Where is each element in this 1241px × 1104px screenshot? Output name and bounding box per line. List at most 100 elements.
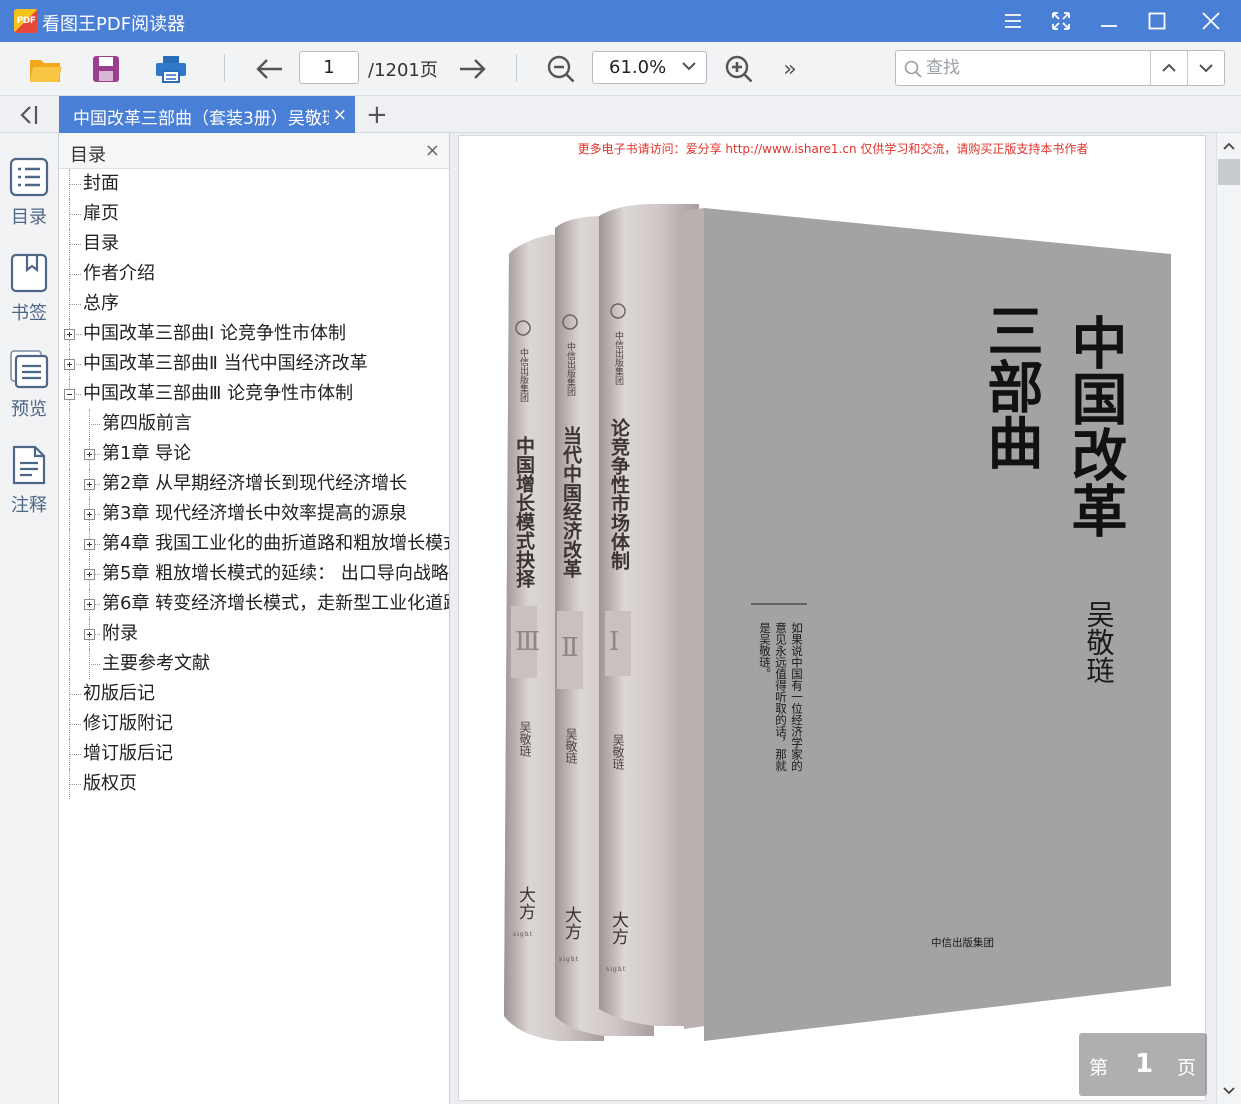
- sidebar-item-annotation[interactable]: 注释: [0, 421, 58, 516]
- toc-item[interactable]: 初版后记: [83, 679, 155, 709]
- page-indicator-prefix: 第: [1089, 1057, 1109, 1079]
- expand-icon[interactable]: [84, 629, 95, 640]
- tab-bar: 中国改革三部曲（套装3册）吴敬琏 × +: [0, 96, 1241, 133]
- toc-item[interactable]: 增订版后记: [83, 739, 173, 769]
- sidebar-item-label: 目录: [11, 207, 47, 228]
- expand-icon[interactable]: [84, 449, 95, 460]
- toc-item[interactable]: 主要参考文献: [102, 649, 210, 679]
- toc-item[interactable]: 第1章 导论: [102, 439, 191, 469]
- sidebar-item-label: 书签: [11, 303, 47, 324]
- search-previous-button[interactable]: [1150, 51, 1187, 85]
- expand-icon[interactable]: [84, 599, 95, 610]
- open-file-button[interactable]: [26, 50, 66, 88]
- bookmark-icon: [10, 253, 48, 293]
- search-input[interactable]: [926, 55, 1146, 81]
- toc-item[interactable]: 第2章 从早期经济增长到现代经济增长: [102, 469, 407, 499]
- close-window-button[interactable]: [1193, 6, 1229, 36]
- toolbar-divider: [516, 54, 517, 82]
- cover-blurb-line3: 是吴敬琏。: [758, 622, 772, 680]
- tree-connector: [69, 694, 81, 695]
- scroll-up-button[interactable]: [1217, 135, 1241, 157]
- toc-item[interactable]: 第6章 转变经济增长模式，走新型工业化道路: [102, 589, 449, 619]
- spine-imprint: 大方: [608, 911, 629, 945]
- toc-item[interactable]: 第3章 现代经济增长中效率提高的源泉: [102, 499, 407, 529]
- collapse-icon[interactable]: [64, 389, 75, 400]
- close-tab-button[interactable]: ×: [333, 105, 347, 125]
- spine-numeral: Ⅰ: [609, 627, 619, 657]
- sidebar-item-preview[interactable]: 预览: [0, 325, 58, 420]
- toc-item[interactable]: 总序: [83, 289, 119, 319]
- zoom-in-button[interactable]: [719, 50, 759, 88]
- close-toc-button[interactable]: ×: [425, 140, 440, 161]
- save-button[interactable]: [86, 50, 126, 88]
- menu-button[interactable]: [995, 6, 1031, 36]
- tree-connector: [69, 784, 81, 785]
- cover-publisher: 中信出版集团: [931, 936, 994, 949]
- toolbar: /1201页 61.0% »: [0, 42, 1241, 96]
- scroll-down-button[interactable]: [1217, 1080, 1241, 1102]
- preview-icon: [10, 350, 49, 389]
- add-tab-button[interactable]: +: [366, 100, 388, 130]
- toc-tree: 封面 扉页 目录 作者介绍 总序 中国改革三部曲Ⅰ 论竞争性市体制 中国改革三部曲Ⅱ 当代中…: [59, 169, 449, 869]
- tab-document[interactable]: 中国改革三部曲（套装3册）吴敬琏 ×: [59, 96, 355, 133]
- zoom-select[interactable]: 61.0%: [592, 51, 707, 84]
- spine-author: 吴敬琏: [564, 728, 578, 764]
- toc-item[interactable]: 中国改革三部曲Ⅰ 论竞争性市体制: [83, 319, 346, 349]
- maximize-button[interactable]: [1139, 6, 1175, 36]
- title-bar: PDF 看图王PDF阅读器: [0, 0, 1241, 42]
- cover-blurb-line2: 意见永远值得听取的话，那就: [774, 621, 788, 772]
- toc-item[interactable]: 作者介绍: [83, 259, 155, 289]
- pdf-page: 更多电子书请访问：爱分享 http://www.ishare1.cn 仅供学习和…: [458, 135, 1206, 1101]
- document-view[interactable]: 更多电子书请访问：爱分享 http://www.ishare1.cn 仅供学习和…: [450, 133, 1216, 1104]
- expand-icon[interactable]: [84, 509, 95, 520]
- collapse-sidebar-button[interactable]: [10, 102, 48, 128]
- search-next-button[interactable]: [1187, 51, 1224, 85]
- sidebar-item-bookmark[interactable]: 书签: [0, 229, 58, 324]
- expand-icon[interactable]: [84, 539, 95, 550]
- previous-page-button[interactable]: [249, 50, 289, 88]
- toc-item[interactable]: 扉页: [83, 199, 119, 229]
- toc-panel: 目录 × 封面 扉页 目录 作者介绍 总序 中国改革三部曲Ⅰ 论竞争性市体制 中国改革三部曲…: [59, 133, 450, 1104]
- toc-item[interactable]: 第5章 粗放增长模式的延续： 出口导向战略: [102, 559, 449, 589]
- expand-icon[interactable]: [84, 569, 95, 580]
- toc-item[interactable]: 中国改革三部曲Ⅱ 当代中国经济改革: [83, 349, 368, 379]
- page-number-input[interactable]: [299, 51, 359, 84]
- spine-publisher: 中信出版集团: [565, 341, 576, 397]
- printer-icon: [156, 56, 186, 83]
- expand-icon[interactable]: [64, 329, 75, 340]
- sidebar-item-toc[interactable]: 目录: [0, 133, 58, 228]
- more-tools-button[interactable]: »: [770, 50, 810, 88]
- toc-item[interactable]: 修订版附记: [83, 709, 173, 739]
- app-logo-icon: PDF: [14, 9, 38, 33]
- cover-title-line2: 三部曲: [978, 302, 1044, 470]
- minimize-button[interactable]: [1091, 6, 1127, 36]
- toc-item[interactable]: 第四版前言: [102, 409, 192, 439]
- tree-connector: [69, 499, 70, 529]
- print-button[interactable]: [151, 50, 191, 88]
- tab-document-label: 中国改革三部曲（套装3册）吴敬琏: [73, 109, 329, 129]
- expand-icon[interactable]: [64, 359, 75, 370]
- tree-connector: [69, 559, 70, 589]
- fullscreen-icon: [1052, 12, 1070, 30]
- zoom-out-button[interactable]: [541, 50, 581, 88]
- toc-item[interactable]: 中国改革三部曲Ⅲ 论竞争性市体制: [83, 379, 353, 409]
- spine-numeral: Ⅱ: [561, 633, 579, 663]
- next-page-button[interactable]: [453, 50, 493, 88]
- tree-connector: [69, 439, 70, 469]
- toc-item[interactable]: 版权页: [83, 769, 137, 799]
- tree-connector: [69, 304, 81, 305]
- spine-author: 吴敬琏: [611, 734, 625, 770]
- folder-icon: [30, 60, 62, 82]
- toc-item[interactable]: 第4章 我国工业化的曲折道路和粗放增长模式: [102, 529, 449, 559]
- toolbar-divider: [224, 54, 225, 82]
- toc-item[interactable]: 目录: [83, 229, 119, 259]
- fullscreen-button[interactable]: [1043, 6, 1079, 36]
- tree-connector: [89, 664, 100, 665]
- toc-item[interactable]: 附录: [102, 619, 138, 649]
- sidebar-item-label: 注释: [11, 495, 47, 516]
- toc-item[interactable]: 封面: [83, 169, 119, 199]
- chevron-up-icon: [1162, 63, 1176, 72]
- vertical-scrollbar[interactable]: [1216, 133, 1241, 1104]
- expand-icon[interactable]: [84, 479, 95, 490]
- scrollbar-thumb[interactable]: [1218, 159, 1240, 185]
